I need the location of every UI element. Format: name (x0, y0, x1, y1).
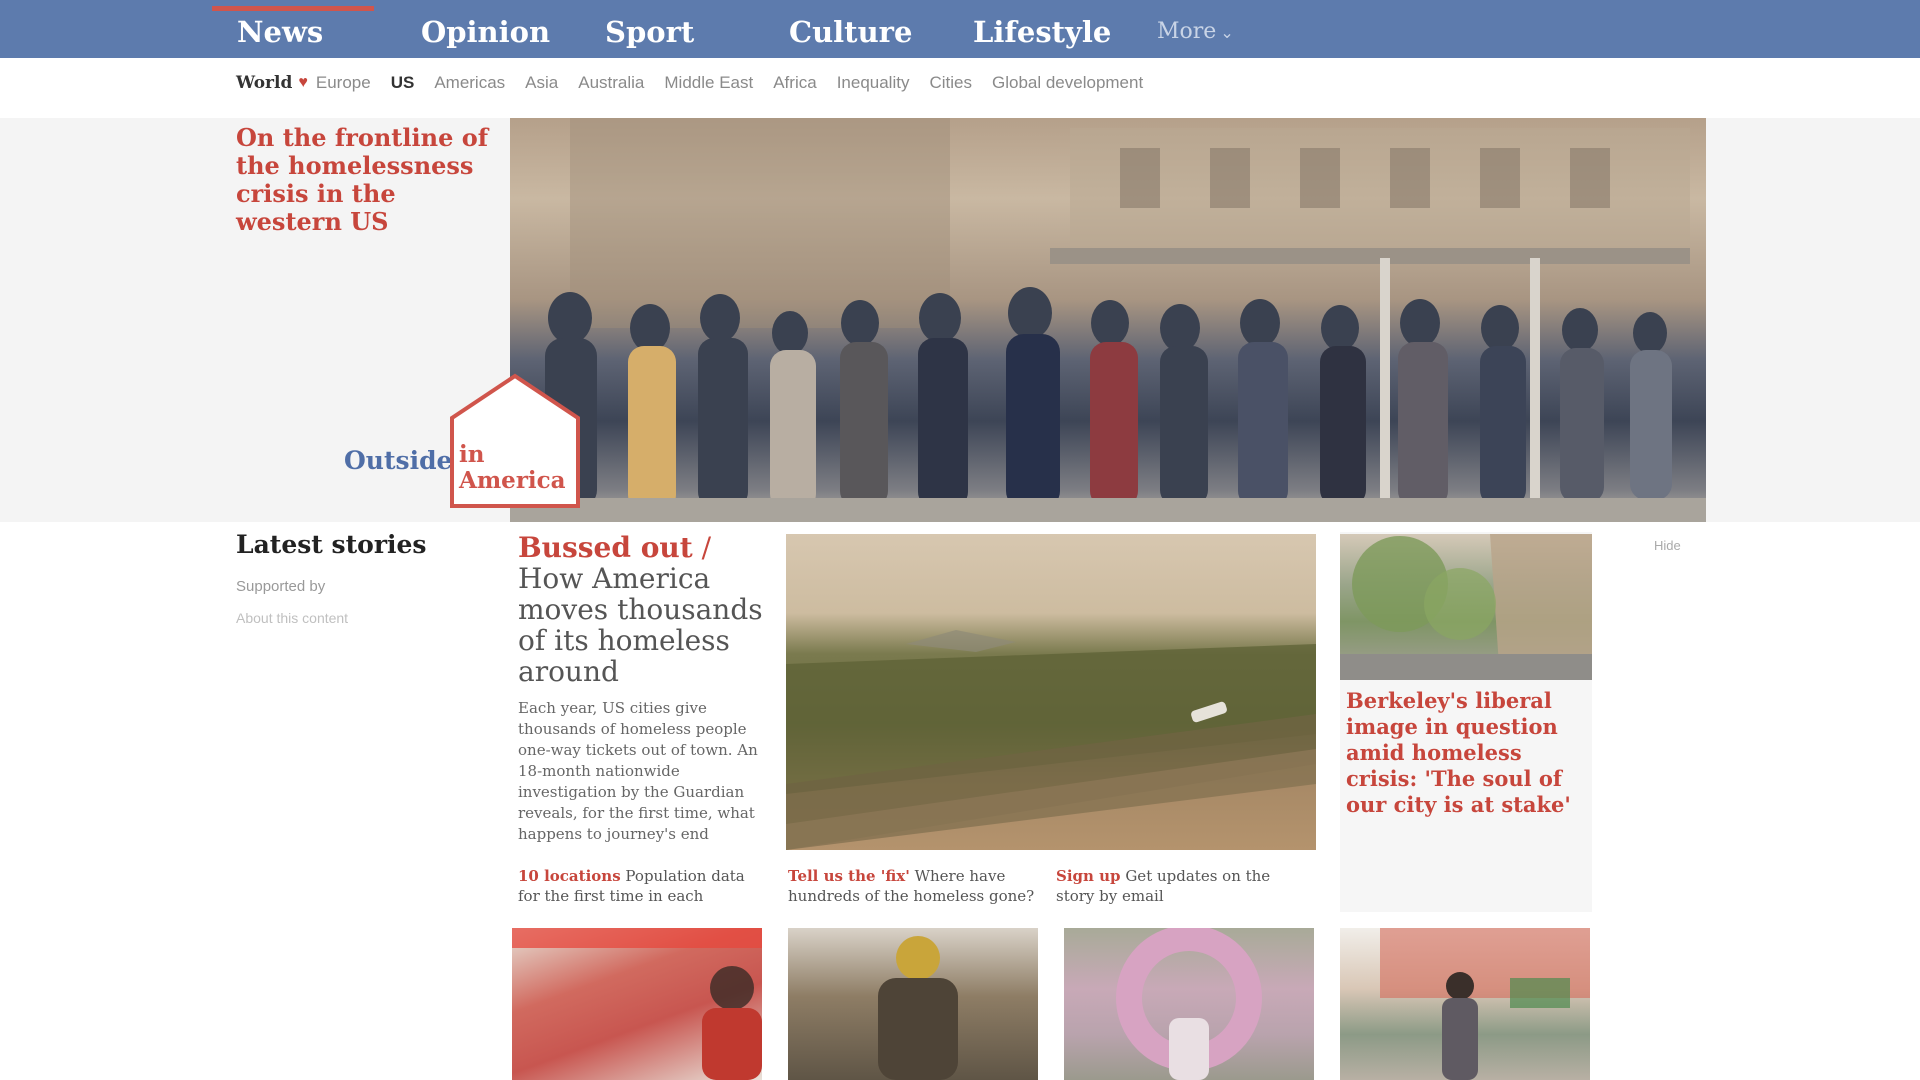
subnav-item-europe[interactable]: Europe (316, 73, 371, 93)
pillar-sport[interactable]: Sport (580, 0, 764, 58)
chevron-down-icon: ⌄ (1220, 23, 1234, 42)
pillar-label: News (237, 15, 324, 49)
subnav-item-australia[interactable]: Australia (578, 73, 644, 93)
subnav-item-global-development[interactable]: Global development (992, 73, 1143, 93)
sublink-3[interactable]: Sign up Get updates on the story by emai… (1056, 866, 1306, 906)
hide-button[interactable]: Hide (1654, 538, 1681, 553)
pillar-lifestyle[interactable]: Lifestyle (948, 0, 1132, 58)
badge-in-text: in (459, 441, 485, 468)
thumbnail-story-4[interactable] (1340, 928, 1590, 1080)
subnav-item-africa[interactable]: Africa (773, 73, 816, 93)
main-story-headline[interactable]: Bussed out / How America moves thousands… (518, 532, 766, 687)
pillar-nav: News Opinion Sport Culture Lifestyle Mor… (212, 0, 1252, 58)
pillar-label: Culture (789, 15, 913, 49)
pillar-culture[interactable]: Culture (764, 0, 948, 58)
section-subnav: World ♥ Europe US Americas Asia Australi… (236, 70, 1163, 96)
about-content-link[interactable]: About this content (236, 610, 348, 626)
pillar-label: Lifestyle (973, 15, 1112, 49)
right-story-photo[interactable] (1340, 534, 1592, 680)
outside-in-america-badge[interactable]: Outside in America (344, 372, 584, 512)
thumbnail-story-2[interactable] (788, 928, 1038, 1080)
thumbnail-illustration (512, 928, 762, 1080)
subnav-world[interactable]: World (236, 73, 292, 93)
more-menu-button[interactable]: More ⌄ (1132, 0, 1252, 58)
supported-by-label: Supported by (236, 578, 326, 595)
badge-outside-text: Outside (344, 446, 453, 475)
badge-word-stack: in America (459, 442, 566, 494)
active-indicator (212, 6, 374, 11)
subnav-item-cities[interactable]: Cities (929, 73, 972, 93)
subnav-item-asia[interactable]: Asia (525, 73, 558, 93)
sublink-2[interactable]: Tell us the 'fix' Where have hundreds of… (788, 866, 1038, 906)
sublink-kicker: 10 locations (518, 867, 621, 885)
subnav-item-us[interactable]: US (391, 73, 415, 93)
pillar-opinion[interactable]: Opinion (396, 0, 580, 58)
thumbnail-story-3[interactable] (1064, 928, 1314, 1080)
hero-photo-illustration (510, 118, 1706, 522)
pillar-label: Opinion (421, 15, 551, 49)
sublink-1[interactable]: 10 locations Population data for the fir… (518, 866, 768, 906)
hero-headline[interactable]: On the frontline of the homelessness cri… (236, 124, 506, 236)
thumbnail-illustration (1116, 928, 1262, 1080)
orchard-road-illustration (786, 630, 1316, 850)
story-headline-text: How America moves thousands of its homel… (518, 562, 763, 688)
main-story-photo[interactable] (786, 534, 1316, 850)
subnav-item-inequality[interactable]: Inequality (837, 73, 910, 93)
thumbnail-illustration (878, 936, 958, 1080)
pillar-label: Sport (605, 15, 695, 49)
sublink-kicker: Sign up (1056, 867, 1121, 885)
street-illustration (1340, 534, 1592, 680)
thumbnail-story-1[interactable] (512, 928, 762, 1080)
hero-photo[interactable] (510, 118, 1706, 522)
subnav-item-middle-east[interactable]: Middle East (664, 73, 753, 93)
main-story-standfirst: Each year, US cities give thousands of h… (518, 699, 758, 843)
more-label: More (1157, 19, 1217, 44)
right-story-headline[interactable]: Berkeley's liberal image in question ami… (1346, 688, 1582, 818)
latest-stories-title: Latest stories (236, 530, 427, 559)
pillar-news[interactable]: News (212, 0, 396, 58)
story-kicker: Bussed out (518, 531, 693, 564)
subnav-item-americas[interactable]: Americas (434, 73, 505, 93)
kicker-slash: / (701, 531, 712, 564)
heart-icon: ♥ (298, 74, 308, 91)
thumbnail-illustration (1380, 928, 1590, 1080)
sublink-kicker: Tell us the 'fix' (788, 867, 910, 885)
badge-america-text: America (459, 467, 566, 494)
